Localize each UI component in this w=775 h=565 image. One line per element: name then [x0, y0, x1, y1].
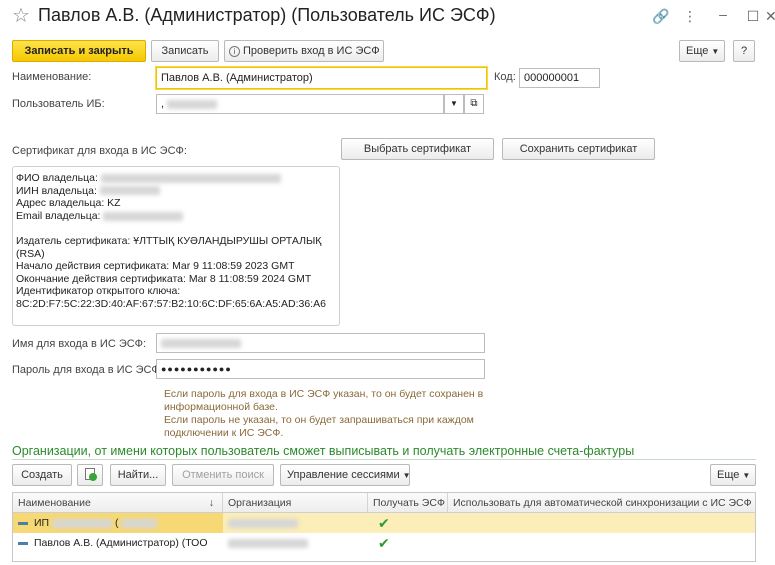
column-header-name[interactable]: Наименование ↓	[13, 493, 223, 513]
cert-key-id: 8C:2D:F7:5C:22:3D:40:AF:67:57:B2:10:6C:D…	[16, 297, 326, 310]
dropdown-arrow-icon: ▼	[450, 99, 458, 108]
redacted-login	[161, 338, 241, 348]
row-name-tail: (	[114, 517, 119, 529]
ib-user-input[interactable]: ,	[156, 94, 444, 114]
cert-key-id-label: Идентификатор открытого ключа:	[16, 285, 181, 298]
certificate-info-box: ФИО владельца: ИИН владельца: Адрес влад…	[12, 166, 340, 326]
cert-fio-row: ФИО владельца:	[16, 172, 336, 185]
save-certificate-button[interactable]: Сохранить сертификат	[502, 138, 655, 160]
login-label: Имя для входа в ИС ЭСФ:	[12, 338, 147, 350]
create-button[interactable]: Создать	[12, 464, 72, 486]
code-input[interactable]: 000000001	[519, 68, 600, 88]
save-button[interactable]: Записать	[151, 40, 219, 62]
ib-user-label: Пользователь ИБ:	[12, 98, 105, 110]
column-header-org[interactable]: Организация	[223, 493, 368, 513]
redacted-email	[103, 211, 184, 221]
ib-user-open-button[interactable]: ⧉	[464, 94, 484, 114]
redacted-fio	[100, 173, 281, 183]
row-auto-cell	[448, 533, 755, 553]
sessions-button[interactable]: Управление сессиями ▼	[280, 464, 411, 486]
find-button[interactable]: Найти...	[110, 464, 166, 486]
dropdown-arrow-icon: ▼	[742, 471, 751, 480]
table-row[interactable]: ИП ( ✔	[13, 513, 755, 533]
minimize-icon[interactable]: –	[713, 4, 733, 24]
favorite-star-icon[interactable]: ☆	[12, 4, 30, 28]
hint-line: подключении к ИС ЭСФ.	[164, 427, 284, 439]
redacted-name	[52, 518, 113, 528]
close-icon[interactable]: ✕	[765, 6, 775, 26]
row-auto-cell	[448, 513, 755, 533]
password-hint: Если пароль для входа в ИС ЭСФ указан, т…	[164, 388, 494, 440]
organizations-section-title: Организации, от имени которых пользовате…	[12, 444, 635, 458]
info-icon: i	[229, 46, 240, 57]
dropdown-arrow-icon: ▼	[711, 47, 720, 56]
column-header-receive[interactable]: Получать ЭСФ	[368, 493, 448, 513]
check-icon: ✔	[378, 535, 390, 551]
check-icon: ✔	[378, 515, 390, 531]
row-org-cell	[223, 513, 368, 533]
hint-line: Если пароль для входа в ИС ЭСФ указан, т…	[164, 388, 484, 400]
section-divider	[12, 459, 756, 460]
more-button[interactable]: Еще ▼	[679, 40, 725, 62]
cert-email-label: Email владельца:	[16, 209, 101, 222]
cert-valid-to: Окончание действия сертификата: Mar 8 11…	[16, 272, 312, 285]
redacted-iin	[99, 186, 160, 196]
check-login-button[interactable]: i Проверить вход в ИС ЭСФ	[224, 40, 384, 62]
orgs-more-button[interactable]: Еще ▼	[710, 464, 756, 486]
more-label: Еще	[686, 45, 709, 57]
certificate-label: Сертификат для входа в ИС ЭСФ:	[12, 145, 187, 157]
name-input[interactable]: Павлов А.В. (Администратор)	[156, 67, 487, 89]
dropdown-arrow-icon: ▼	[402, 471, 411, 480]
row-name-cell: Павлов А.В. (Администратор) (ТОО	[13, 533, 223, 553]
cert-valid-from: Начало действия сертификата: Mar 9 11:08…	[16, 260, 295, 273]
row-name: Павлов А.В. (Администратор) (ТОО	[34, 537, 208, 549]
orgs-more-label: Еще	[717, 469, 740, 481]
cert-iin-row: ИИН владельца:	[16, 185, 336, 198]
hint-line: Если пароль не указан, то он будет запра…	[164, 414, 474, 426]
sort-down-icon: ↓	[208, 497, 214, 509]
copy-button[interactable]	[77, 464, 103, 486]
redacted-org	[228, 538, 308, 548]
help-button[interactable]: ?	[733, 40, 755, 62]
redacted-user	[167, 99, 218, 109]
hint-line: информационной базе.	[164, 401, 278, 413]
redacted-name	[121, 518, 158, 528]
cancel-search-button[interactable]: Отменить поиск	[172, 464, 274, 486]
window-title: Павлов А.В. (Администратор) (Пользовател…	[38, 5, 496, 25]
column-header-label: Наименование	[18, 497, 91, 509]
row-org-cell	[223, 533, 368, 553]
code-label: Код:	[494, 71, 516, 83]
ib-user-value: ,	[161, 98, 165, 110]
sessions-label: Управление сессиями	[287, 469, 400, 481]
ib-user-dropdown-button[interactable]: ▼	[444, 94, 464, 114]
copy-add-icon	[85, 468, 97, 481]
cert-iin-label: ИИН владельца:	[16, 184, 97, 197]
save-and-close-button[interactable]: Записать и закрыть	[12, 40, 146, 62]
open-form-icon: ⧉	[470, 98, 478, 109]
check-login-label: Проверить вход в ИС ЭСФ	[243, 45, 380, 57]
item-icon	[18, 541, 28, 545]
more-options-icon[interactable]: ⋮	[680, 6, 700, 26]
link-icon[interactable]: 🔗	[651, 6, 671, 26]
column-header-auto-sync[interactable]: Использовать для автоматической синхрони…	[448, 493, 755, 513]
table-row[interactable]: Павлов А.В. (Администратор) (ТОО ✔	[13, 533, 755, 553]
password-label: Пароль для входа в ИС ЭСФ:	[12, 364, 163, 376]
organizations-table: Наименование ↓ Организация Получать ЭСФ …	[12, 492, 756, 562]
cert-address: Адрес владельца: KZ	[16, 197, 121, 210]
cert-issuer-cont: (RSA)	[16, 247, 45, 260]
maximize-icon[interactable]: ☐	[743, 6, 763, 26]
cert-email-row: Email владельца:	[16, 210, 336, 223]
login-input[interactable]	[156, 333, 485, 353]
select-certificate-button[interactable]: Выбрать сертификат	[341, 138, 494, 160]
cert-fio-label: ФИО владельца:	[16, 172, 98, 184]
cert-issuer: Издатель сертификата: ҰЛТТЫҚ КУӘЛАНДЫРУШ…	[16, 234, 322, 247]
row-name: ИП	[34, 517, 50, 529]
item-icon	[18, 521, 28, 525]
redacted-org	[228, 518, 298, 528]
password-input[interactable]: ●●●●●●●●●●●	[156, 359, 485, 379]
row-name-cell: ИП (	[13, 513, 223, 533]
name-label: Наименование:	[12, 71, 92, 83]
